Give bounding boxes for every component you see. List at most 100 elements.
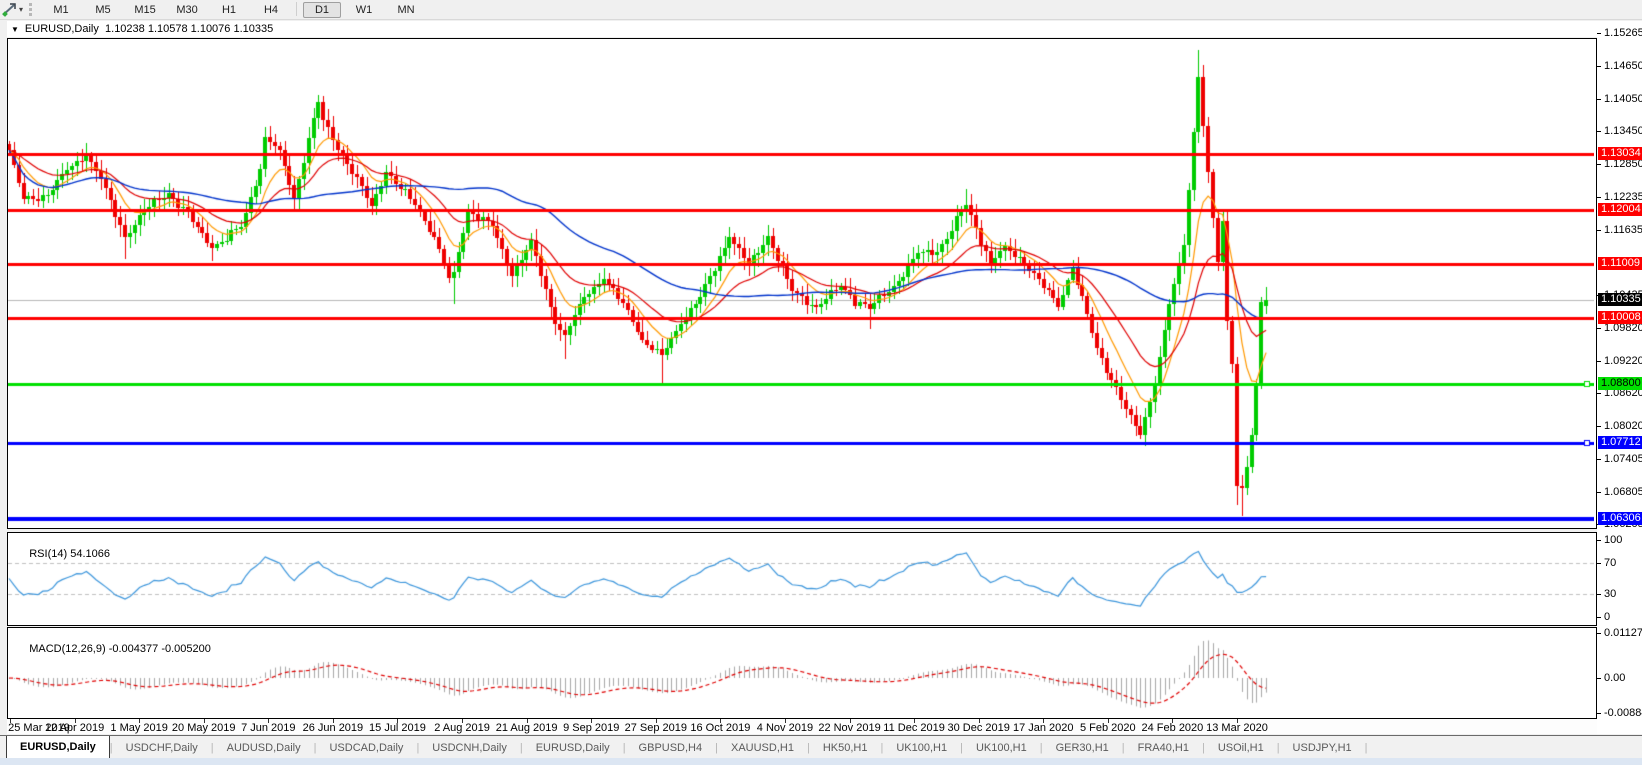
- price-axis-tick-label: 1.08020: [1604, 420, 1642, 432]
- date-axis-label: 2 Aug 2019: [434, 722, 490, 734]
- trendline-tool-icon[interactable]: [2, 3, 17, 17]
- axis-tick-mark: [1597, 633, 1601, 634]
- date-axis-label: 21 Aug 2019: [496, 722, 558, 734]
- date-axis-label: 22 Nov 2019: [818, 722, 880, 734]
- price-axis-tick-label: 1.07405: [1604, 453, 1642, 465]
- hline-price-label[interactable]: 1.11009: [1598, 257, 1642, 270]
- timeframe-buttons: M1M5M15M30H1H4 D1W1MN: [40, 2, 427, 18]
- chart-tab-usdchf-daily[interactable]: USDCHF,Daily: [113, 736, 211, 759]
- price-axis-tick-label: 0: [1604, 611, 1610, 623]
- axis-tick-mark: [1597, 131, 1601, 132]
- chart-tab-uk100-h1[interactable]: UK100,H1: [963, 736, 1040, 759]
- timeframe-button-mn[interactable]: MN: [387, 2, 425, 18]
- chart-ohlc-text: 1.10238 1.10578 1.10076 1.10335: [105, 23, 273, 35]
- chart-tab-hk50-h1[interactable]: HK50,H1: [810, 736, 881, 759]
- price-axis-tick-label: 1.14650: [1604, 60, 1642, 72]
- hline-price-label[interactable]: 1.07712: [1598, 436, 1642, 449]
- price-chart-panel[interactable]: [7, 38, 1597, 529]
- chart-tab-uk100-h1[interactable]: UK100,H1: [883, 736, 960, 759]
- price-axis-tick-label: 100: [1604, 534, 1622, 546]
- axis-tick-mark: [1597, 713, 1601, 714]
- toolbar-separator: [296, 2, 297, 16]
- timeframe-button-m5[interactable]: M5: [84, 2, 122, 18]
- hline-price-label[interactable]: 1.12004: [1598, 203, 1642, 216]
- tool-dropdown-caret-icon[interactable]: ▾: [19, 5, 23, 14]
- price-axis-tick-label: 1.09820: [1604, 322, 1642, 334]
- date-axis-label: 26 Jun 2019: [303, 722, 364, 734]
- macd-indicator-label: MACD(12,26,9) -0.004377 -0.005200: [17, 631, 211, 667]
- timeframe-toolbar: ▾ M1M5M15M30H1H4 D1W1MN: [0, 0, 1642, 20]
- hline-price-label[interactable]: 1.10008: [1598, 311, 1642, 324]
- axis-tick-mark: [1597, 426, 1601, 427]
- chart-tab-usdjpy-h1[interactable]: USDJPY,H1: [1280, 736, 1365, 759]
- axis-tick-mark: [1597, 563, 1601, 564]
- price-axis-tick-label: 1.09220: [1604, 355, 1642, 367]
- date-axis[interactable]: 25 Mar 201912 Apr 20191 May 201920 May 2…: [7, 719, 1597, 734]
- rsi-panel[interactable]: [7, 532, 1597, 626]
- price-axis-tick-label: -0.008845: [1604, 707, 1642, 719]
- chart-title-row: ▼ EURUSD,Daily 1.10238 1.10578 1.10076 1…: [7, 21, 1597, 37]
- chart-tab-eurusd-daily[interactable]: EURUSD,Daily: [523, 736, 623, 759]
- axis-tick-mark: [1597, 328, 1601, 329]
- date-axis-label: 13 Mar 2020: [1206, 722, 1268, 734]
- timeframe-button-d1[interactable]: D1: [303, 2, 341, 18]
- axis-tick-mark: [1597, 617, 1601, 618]
- timeframe-button-w1[interactable]: W1: [345, 2, 383, 18]
- axis-tick-mark: [1597, 66, 1601, 67]
- axis-tick-mark: [1597, 393, 1601, 394]
- date-axis-label: 1 May 2019: [110, 722, 167, 734]
- date-axis-label: 15 Jul 2019: [369, 722, 426, 734]
- mt4-application-window: ▾ M1M5M15M30H1H4 D1W1MN ▼ EURUSD,Daily 1.…: [0, 0, 1642, 765]
- date-axis-label: 20 May 2019: [172, 722, 236, 734]
- price-axis-tick-label: 1.12235: [1604, 191, 1642, 203]
- price-axis-tick-label: 1.13450: [1604, 125, 1642, 137]
- date-axis-label: 11 Dec 2019: [883, 722, 945, 734]
- chart-tab-audusd-daily[interactable]: AUDUSD,Daily: [214, 736, 314, 759]
- axis-tick-mark: [1597, 197, 1601, 198]
- price-axis-tick-label: 30: [1604, 588, 1616, 600]
- chart-symbol-title: EURUSD,Daily: [25, 23, 99, 35]
- timeframe-button-m1[interactable]: M1: [42, 2, 80, 18]
- timeframe-button-m30[interactable]: M30: [168, 2, 206, 18]
- chart-tab-ger30-h1[interactable]: GER30,H1: [1043, 736, 1122, 759]
- hline-price-label[interactable]: 1.06306: [1598, 512, 1642, 525]
- candlestick-canvas[interactable]: [8, 39, 1594, 526]
- chart-tab-usdcad-daily[interactable]: USDCAD,Daily: [316, 736, 416, 759]
- price-axis-tick-label: 0.011277: [1604, 627, 1642, 639]
- current-price-label: 1.10335: [1598, 293, 1642, 306]
- macd-canvas[interactable]: [8, 628, 1594, 716]
- toolbar-grip-handle[interactable]: [29, 3, 32, 16]
- price-axis-tick-label: 1.11635: [1604, 224, 1642, 236]
- date-axis-label: 27 Sep 2019: [625, 722, 687, 734]
- status-strip: [0, 758, 1642, 765]
- macd-panel[interactable]: [7, 627, 1597, 719]
- axis-tick-mark: [1597, 361, 1601, 362]
- date-axis-label: 4 Nov 2019: [757, 722, 813, 734]
- axis-tick-mark: [1597, 230, 1601, 231]
- chart-tab-usoil-h1[interactable]: USOil,H1: [1205, 736, 1277, 759]
- price-axis-tick-label: 1.06805: [1604, 486, 1642, 498]
- timeframe-button-h1[interactable]: H1: [210, 2, 248, 18]
- chart-tab-usdcnh-daily[interactable]: USDCNH,Daily: [419, 736, 520, 759]
- timeframe-button-m15[interactable]: M15: [126, 2, 164, 18]
- date-axis-label: 30 Dec 2019: [947, 722, 1009, 734]
- axis-tick-mark: [1597, 33, 1601, 34]
- axis-tick-mark: [1597, 594, 1601, 595]
- price-axis[interactable]: 1.152651.146501.140501.134501.128501.122…: [1597, 21, 1642, 734]
- axis-tick-mark: [1597, 459, 1601, 460]
- timeframe-button-h4[interactable]: H4: [252, 2, 290, 18]
- axis-tick-mark: [1597, 678, 1601, 679]
- chart-tab-gbpusd-h4[interactable]: GBPUSD,H4: [626, 736, 716, 759]
- date-axis-label: 5 Feb 2020: [1080, 722, 1136, 734]
- collapse-triangle-icon[interactable]: ▼: [11, 25, 19, 34]
- chart-tab-fra40-h1[interactable]: FRA40,H1: [1125, 736, 1202, 759]
- rsi-canvas[interactable]: [8, 533, 1594, 623]
- date-axis-label: 9 Sep 2019: [563, 722, 619, 734]
- chart-tab-eurusd-daily[interactable]: EURUSD,Daily: [6, 736, 110, 759]
- axis-tick-mark: [1597, 99, 1601, 100]
- hline-price-label[interactable]: 1.13034: [1598, 147, 1642, 160]
- hline-price-label[interactable]: 1.08800: [1598, 377, 1642, 390]
- price-axis-tick-label: 1.15265: [1604, 27, 1642, 39]
- chart-tab-xauusd-h1[interactable]: XAUUSD,H1: [718, 736, 807, 759]
- price-axis-tick-label: 70: [1604, 557, 1616, 569]
